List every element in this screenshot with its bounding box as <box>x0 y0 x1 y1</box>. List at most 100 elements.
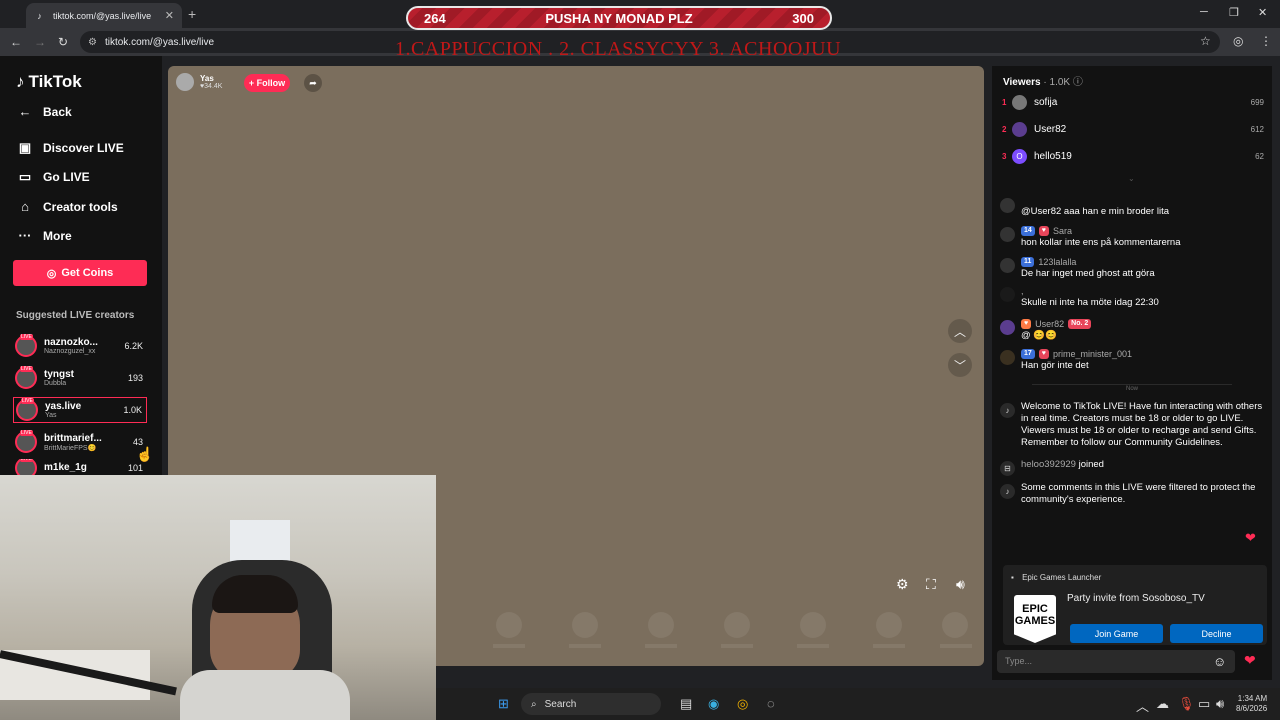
windows-start-icon[interactable]: ⊞ <box>498 696 509 712</box>
nav-discover-live[interactable]: ▣ Discover LIVE <box>16 140 124 156</box>
close-tab-icon[interactable]: ✕ <box>165 9 174 22</box>
info-icon[interactable]: ⓘ <box>1073 77 1083 88</box>
creator-name: yas.live <box>45 401 82 412</box>
floating-heart-icon: ❤ <box>1245 530 1256 545</box>
creator-item[interactable]: LIVE naznozko... Naznozguzel_xx 6.2K <box>13 333 147 359</box>
browser-tab[interactable]: ♪ tiktok.com/@yas.live/live ✕ <box>26 3 182 28</box>
get-coins-button[interactable]: ◎ Get Coins <box>13 260 147 286</box>
top-viewer-row[interactable]: 1 sofija 699 <box>1002 94 1264 110</box>
forward-arrow-icon[interactable]: → <box>34 35 46 49</box>
host-likes: ♥34.4K <box>200 83 223 90</box>
chat-message: @User82 aaa han e min broder lita <box>1000 196 1264 218</box>
subscriber-badge: ♥ <box>1021 319 1032 329</box>
back-arrow-icon[interactable]: ← <box>10 35 22 49</box>
site-info-icon[interactable]: ⚙ <box>88 37 97 48</box>
tiktok-favicon-icon: ♪ <box>37 10 42 21</box>
previous-live-icon[interactable]: ︿ <box>948 319 972 343</box>
notification-message: Party invite from Sosoboso_TV <box>1067 593 1205 604</box>
task-view-icon[interactable]: ▤ <box>680 696 692 712</box>
top-viewer-row[interactable]: 2 User82 612 <box>1002 121 1264 137</box>
like-heart-icon[interactable]: ❤ <box>1244 652 1256 669</box>
kebab-menu-icon[interactable]: ⋮ <box>1260 34 1272 48</box>
nav-creator-tools[interactable]: ⌂ Creator tools <box>16 199 118 214</box>
suggested-header: Suggested LIVE creators <box>16 310 135 321</box>
get-coins-label: Get Coins <box>61 267 114 279</box>
decline-button[interactable]: Decline <box>1170 624 1263 643</box>
now-divider: Now <box>1032 384 1232 392</box>
edge-icon[interactable]: ◉ <box>708 696 719 712</box>
placeholder-gift <box>496 612 522 638</box>
next-live-icon[interactable]: ﹀ <box>948 353 972 377</box>
nav-go-live[interactable]: ▭ Go LIVE <box>16 169 90 185</box>
close-window-icon[interactable]: ✕ <box>1258 6 1267 19</box>
mic-icon[interactable]: 🎙︎ <box>1178 696 1195 712</box>
chat-user[interactable]: , <box>1021 285 1264 297</box>
viewers-label: Viewers <box>1003 77 1041 88</box>
chat-text: hon kollar inte ens på kommentarerna <box>1021 237 1181 248</box>
avatar <box>1000 198 1015 213</box>
creator-name: tyngst <box>44 369 74 380</box>
profile-icon[interactable]: ◎ <box>1233 34 1243 48</box>
tiktok-logo[interactable]: ♪ TikTok <box>16 72 82 92</box>
collapse-chevron-icon[interactable]: ⌄ <box>1128 174 1135 183</box>
chat-message: ♥ User82 No. 2 @ 😊😊 <box>1000 318 1264 342</box>
tray-chevron-icon[interactable]: ︿ <box>1136 696 1149 715</box>
url-text: tiktok.com/@yas.live/live <box>104 36 215 48</box>
creator-item-active[interactable]: LIVE yas.live Yas 1.0K <box>13 397 147 423</box>
minimize-icon[interactable]: ─ <box>1200 6 1208 18</box>
chat-user[interactable]: Sara <box>1053 225 1072 237</box>
search-icon: ⌕ <box>531 698 537 710</box>
chat-text: @User82 aaa han e min broder lita <box>1021 206 1170 217</box>
join-game-button[interactable]: Join Game <box>1070 624 1163 643</box>
settings-icon[interactable]: ⚙ <box>896 576 909 593</box>
level-badge: 11 <box>1021 257 1035 267</box>
epic-games-logo: EPIC GAMES <box>1014 595 1056 643</box>
app-icon[interactable]: ◌ <box>767 696 775 711</box>
chrome-icon[interactable]: ◎ <box>737 696 748 712</box>
nav-label: More <box>43 228 72 243</box>
host-info[interactable]: Yas ♥34.4K <box>176 73 222 91</box>
joined-user[interactable]: heloo392929 <box>1021 459 1076 470</box>
chat-user[interactable]: prime_minister_001 <box>1053 348 1132 360</box>
chat-input[interactable]: Type... <box>997 650 1235 673</box>
volume-icon[interactable]: 🔊︎ <box>956 576 965 593</box>
viewer-count: 6.2K <box>124 341 143 351</box>
creator-item[interactable]: LIVE m1ke_1g 101 <box>13 459 147 476</box>
share-icon[interactable]: ➦ <box>304 74 322 92</box>
nav-more[interactable]: ··· More <box>16 228 72 243</box>
clock[interactable]: 1:34 AM 8/6/2026 <box>1236 694 1267 714</box>
volume-tray-icon[interactable]: 🔊︎ <box>1216 696 1224 712</box>
network-icon[interactable]: ▭ <box>1198 696 1210 712</box>
viewer-name: hello519 <box>1034 150 1072 162</box>
avatar <box>1000 287 1015 302</box>
avatar <box>1012 121 1027 137</box>
chat-user[interactable]: 123lalalla <box>1038 256 1076 268</box>
restore-icon[interactable]: ❐ <box>1229 6 1239 19</box>
tray-app-icon[interactable]: ☁ <box>1156 696 1169 712</box>
chat-text: Han gör inte det <box>1021 360 1089 371</box>
top-viewer-row[interactable]: 3 O hello519 62 <box>1002 148 1264 164</box>
taskbar-search[interactable]: ⌕ Search <box>521 693 661 715</box>
back-link[interactable]: ← Back <box>16 104 72 119</box>
avatar <box>1012 94 1027 110</box>
fullscreen-icon[interactable]: ⛶ <box>926 576 936 593</box>
follow-button[interactable]: + Follow <box>244 74 290 92</box>
new-tab-icon[interactable]: + <box>188 6 196 22</box>
emoji-icon[interactable]: ☺ <box>1213 654 1226 669</box>
camera-icon: ▭ <box>18 169 32 184</box>
tab-title: tiktok.com/@yas.live/live <box>53 10 152 21</box>
avatar <box>1000 227 1015 242</box>
nav-label: Creator tools <box>43 199 118 214</box>
more-dots-icon: ··· <box>18 228 32 243</box>
chat-user[interactable]: User82 <box>1035 318 1064 330</box>
bookmark-star-icon[interactable]: ☆ <box>1200 34 1211 48</box>
creator-name: m1ke_1g <box>44 462 87 473</box>
reload-icon[interactable]: ↻ <box>58 35 68 49</box>
filtered-text: Some comments in this LIVE were filtered… <box>1021 482 1256 505</box>
chat-message: 17 ♥ prime_minister_001 Han gör inte det <box>1000 348 1264 372</box>
creator-item[interactable]: LIVE tyngst Dubbla 193 <box>13 365 147 391</box>
creator-item[interactable]: LIVE brittmarief... BrittMarieFPS😊 43 <box>13 429 147 455</box>
system-message: ♪ Some comments in this LIVE were filter… <box>1000 482 1264 506</box>
search-label: Search <box>544 698 577 710</box>
tiktok-icon: ♪ <box>1000 403 1015 418</box>
